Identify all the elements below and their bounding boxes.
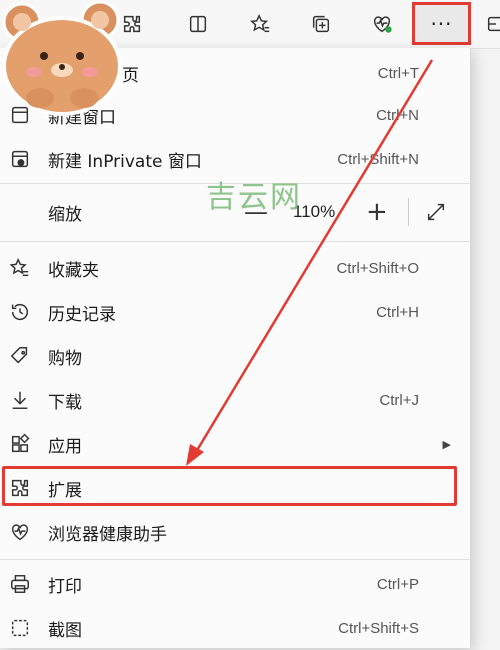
menu-item-label: 应用 [48, 436, 82, 457]
menu-item-label: 收藏夹 [48, 260, 99, 281]
history-icon [9, 301, 31, 323]
screenshot-icon [9, 617, 31, 639]
zoom-divider [408, 198, 409, 226]
apps-icon [9, 433, 31, 455]
menu-item-history[interactable]: 历史记录 Ctrl+H [0, 290, 470, 334]
collections-icon[interactable] [305, 8, 337, 40]
heart-pulse-icon [9, 521, 31, 543]
zoom-in-button[interactable]: + [366, 197, 388, 227]
shortcut-label: Ctrl+N [376, 106, 419, 124]
shortcut-label: Ctrl+Shift+S [338, 619, 419, 637]
menu-item-apps[interactable]: 应用 ▶ [0, 422, 470, 466]
menu-item-print[interactable]: 打印 Ctrl+P [0, 562, 470, 606]
menu-item-label: 浏览器健康助手 [48, 524, 167, 545]
shortcut-label: Ctrl+H [376, 303, 419, 321]
shortcut-label: Ctrl+J [379, 391, 419, 409]
browser-essentials-icon[interactable] [366, 8, 398, 40]
more-icon: ··· [430, 11, 453, 36]
shortcut-label: Ctrl+Shift+O [336, 259, 419, 277]
zoom-label: 缩放 [48, 204, 82, 225]
menu-item-label: 截图 [48, 620, 82, 641]
favorites-icon[interactable] [244, 8, 276, 40]
menu-divider [0, 559, 470, 560]
shortcut-label: Ctrl+T [377, 64, 419, 82]
split-screen-icon[interactable] [182, 8, 214, 40]
menu-item-label: 历史记录 [48, 304, 116, 325]
menu-item-shopping[interactable]: 购物 [0, 334, 470, 378]
shortcut-label: Ctrl+Shift+N [337, 150, 419, 168]
menu-item-screenshot[interactable]: 截图 Ctrl+Shift+S [0, 606, 470, 650]
more-button[interactable]: ··· [412, 2, 471, 45]
menu-item-downloads[interactable]: 下载 Ctrl+J [0, 378, 470, 422]
settings-menu: 页 Ctrl+T 新建窗口 Ctrl+N 新建 InPrivate 窗口 Ctr… [0, 48, 471, 648]
extensions-highlight-box [2, 466, 457, 506]
menu-item-browser-essentials[interactable]: 浏览器健康助手 [0, 510, 470, 554]
menu-item-label: 打印 [48, 576, 82, 597]
menu-item-favorites[interactable]: 收藏夹 Ctrl+Shift+O [0, 246, 470, 290]
menu-item-label: 购物 [48, 348, 82, 369]
tab-actions-icon[interactable] [480, 8, 500, 40]
menu-item-label: 新建 InPrivate 窗口 [48, 151, 202, 172]
shortcut-label: Ctrl+P [376, 575, 419, 593]
download-icon [9, 389, 31, 411]
watermark: 吉云网 [206, 180, 302, 215]
menu-item-label: 下载 [48, 392, 82, 413]
favorites-icon [9, 257, 31, 279]
fullscreen-icon[interactable] [425, 201, 447, 223]
printer-icon [9, 573, 31, 595]
chevron-right-icon: ▶ [442, 437, 451, 451]
bear-sticker [2, 0, 122, 116]
menu-divider [0, 241, 470, 242]
shopping-tag-icon [9, 345, 31, 367]
inprivate-window-icon [9, 148, 31, 170]
